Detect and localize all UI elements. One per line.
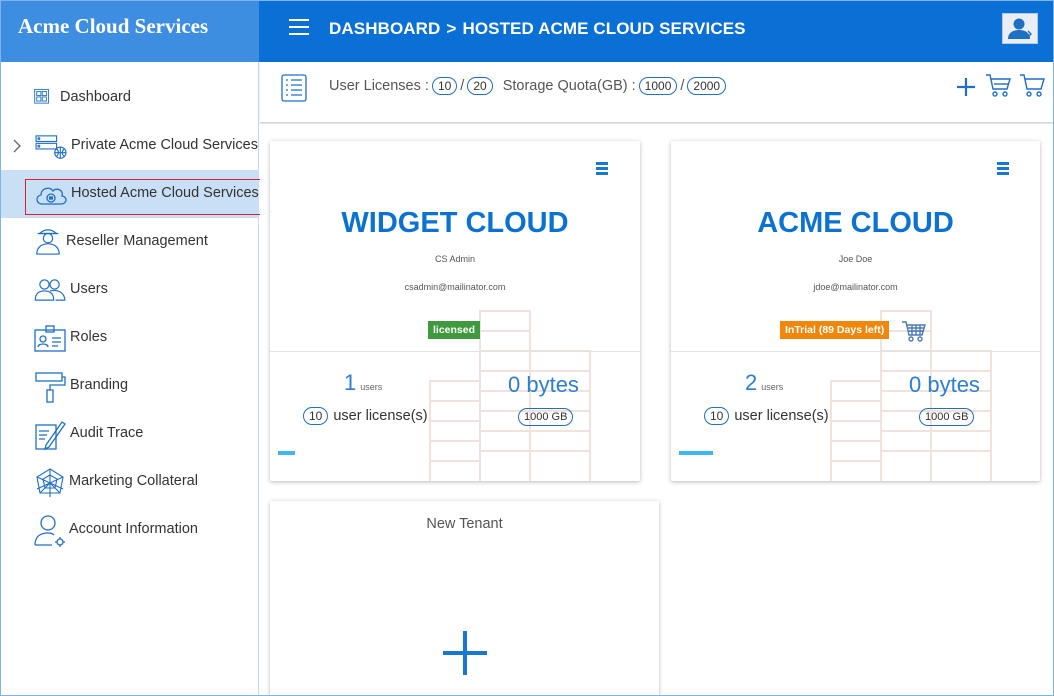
sidebar-item-branding[interactable]: Branding: [1, 362, 259, 410]
storage-total: 2000: [687, 77, 727, 95]
breadcrumb-dashboard[interactable]: DASHBOARD: [329, 19, 440, 38]
id-card-icon: [34, 325, 66, 352]
tenant-owner: CS Admin: [434, 254, 476, 264]
add-icon[interactable]: [955, 76, 977, 98]
user-menu-button[interactable]: [1002, 13, 1038, 44]
slash: /: [680, 78, 685, 94]
sidebar-item-users[interactable]: Users: [1, 266, 259, 314]
usage-progress: [278, 451, 622, 455]
user-licenses-total: 20: [467, 77, 493, 95]
license-count: 10: [704, 407, 730, 425]
usage-progress: [679, 451, 1023, 455]
users-label: users: [761, 382, 784, 392]
storage-used: 0 bytes: [909, 372, 980, 397]
brand-title: Acme Cloud Services: [1, 1, 259, 62]
quota-badge: 1000 GB: [515, 407, 576, 426]
tenant-card-widget-cloud: WIDGET CLOUD CS Admin csadmin@mailinator…: [270, 141, 640, 481]
sidebar-item-label: Dashboard: [60, 89, 131, 105]
user-licenses-used: 10: [431, 77, 458, 95]
quota-value: 1000 GB: [919, 408, 975, 426]
license-summary: User Licenses : 10 / 20 Storage Quota(GB…: [329, 77, 729, 95]
storage-used: 0 bytes: [508, 372, 579, 397]
card-divider: [270, 351, 640, 352]
user-count-value: 1: [344, 370, 357, 395]
new-tenant-card[interactable]: New Tenant: [270, 501, 659, 695]
sidebar-item-label: Private Acme Cloud Services: [71, 137, 258, 153]
license-line: 10 user license(s): [701, 407, 829, 425]
add-tenant-plus-icon[interactable]: [443, 631, 487, 675]
server-globe-icon: [35, 135, 67, 159]
card-menu-icon[interactable]: [596, 162, 608, 176]
app-frame: Acme Cloud Services DASHBOARD > HOSTED ACM…: [0, 0, 1054, 696]
sidebar: Dashboard Private Acme Cloud Services Ho…: [1, 62, 261, 695]
sidebar-item-private-acme-cloud[interactable]: Private Acme Cloud Services: [1, 122, 259, 170]
user-count: 1 users: [344, 370, 382, 396]
tenant-email: csadmin@mailinator.com: [404, 282, 506, 292]
list-view-icon[interactable]: [281, 74, 307, 102]
reseller-person-icon: [36, 229, 60, 255]
cart-icon[interactable]: [985, 72, 1011, 98]
hamburger-menu-icon[interactable]: [289, 19, 309, 37]
users-icon: [34, 279, 66, 301]
license-count: 10: [303, 407, 329, 425]
users-label: users: [360, 382, 383, 392]
buy-cart-icon[interactable]: [901, 319, 927, 343]
license-label: user license(s): [333, 408, 428, 424]
quota-badge: 1000 GB: [916, 407, 977, 426]
user-gear-icon: [34, 515, 65, 547]
user-count-value: 2: [745, 370, 758, 395]
breadcrumb-current: HOSTED ACME CLOUD SERVICES: [462, 19, 746, 38]
tenant-name[interactable]: ACME CLOUD: [671, 207, 1040, 240]
breadcrumb: DASHBOARD > HOSTED ACME CLOUD SERVICES: [329, 19, 746, 39]
sidebar-item-label: Branding: [70, 377, 129, 393]
slash: /: [460, 78, 465, 94]
license-toolbar: User Licenses : 10 / 20 Storage Quota(GB…: [260, 62, 1053, 123]
sidebar-item-label: Reseller Management: [66, 233, 208, 249]
active-item-outline: [25, 179, 261, 215]
audit-pen-icon: [35, 421, 66, 451]
sidebar-item-reseller-management[interactable]: Reseller Management: [1, 218, 259, 266]
dashboard-icon: [34, 88, 49, 104]
sidebar-item-label: Account Information: [69, 521, 198, 537]
license-line: 10 user license(s): [300, 407, 428, 425]
status-badge: InTrial (89 Days left): [780, 321, 890, 339]
storage-quota-label: Storage Quota(GB) :: [502, 78, 636, 94]
sidebar-item-label: Audit Trace: [70, 425, 144, 441]
sidebar-item-roles[interactable]: Roles: [1, 314, 259, 362]
sidebar-item-dashboard[interactable]: Dashboard: [1, 74, 259, 122]
sidebar-item-marketing-collateral[interactable]: Marketing Collateral: [1, 458, 259, 506]
tenant-owner: Joe Doe: [838, 254, 873, 264]
usage-progress-fill: [278, 451, 296, 455]
user-count: 2 users: [745, 370, 783, 396]
sidebar-item-account-information[interactable]: Account Information: [1, 506, 259, 554]
user-licenses-label: User Licenses :: [329, 78, 429, 94]
storage-used: 1000: [638, 77, 678, 95]
status-badge: licensed: [428, 321, 481, 339]
tenant-name[interactable]: WIDGET CLOUD: [270, 207, 640, 240]
tenant-email: jdoe@mailinator.com: [813, 282, 898, 292]
quota-value: 1000 GB: [518, 408, 574, 426]
usage-progress-fill: [679, 451, 714, 455]
user-logout-icon: [1008, 18, 1032, 39]
top-bar: DASHBOARD > HOSTED ACME CLOUD SERVICES: [259, 1, 1053, 62]
tenant-card-acme-cloud: ACME CLOUD Joe Doe jdoe@mailinator.com I…: [671, 141, 1040, 481]
content-area: WIDGET CLOUD CS Admin csadmin@mailinator…: [260, 124, 1053, 695]
new-tenant-label: New Tenant: [426, 516, 503, 532]
network-web-icon: [36, 468, 64, 497]
sidebar-item-label: Marketing Collateral: [69, 473, 198, 489]
cart-outline-icon[interactable]: [1019, 72, 1045, 98]
sidebar-item-label: Users: [70, 281, 108, 297]
paint-roller-icon: [35, 372, 66, 403]
sidebar-item-audit-trace[interactable]: Audit Trace: [1, 410, 259, 458]
card-divider: [671, 351, 1040, 352]
sidebar-item-label: Roles: [70, 329, 108, 345]
license-label: user license(s): [734, 408, 829, 424]
card-menu-icon[interactable]: [997, 162, 1009, 176]
breadcrumb-separator: >: [446, 19, 457, 38]
